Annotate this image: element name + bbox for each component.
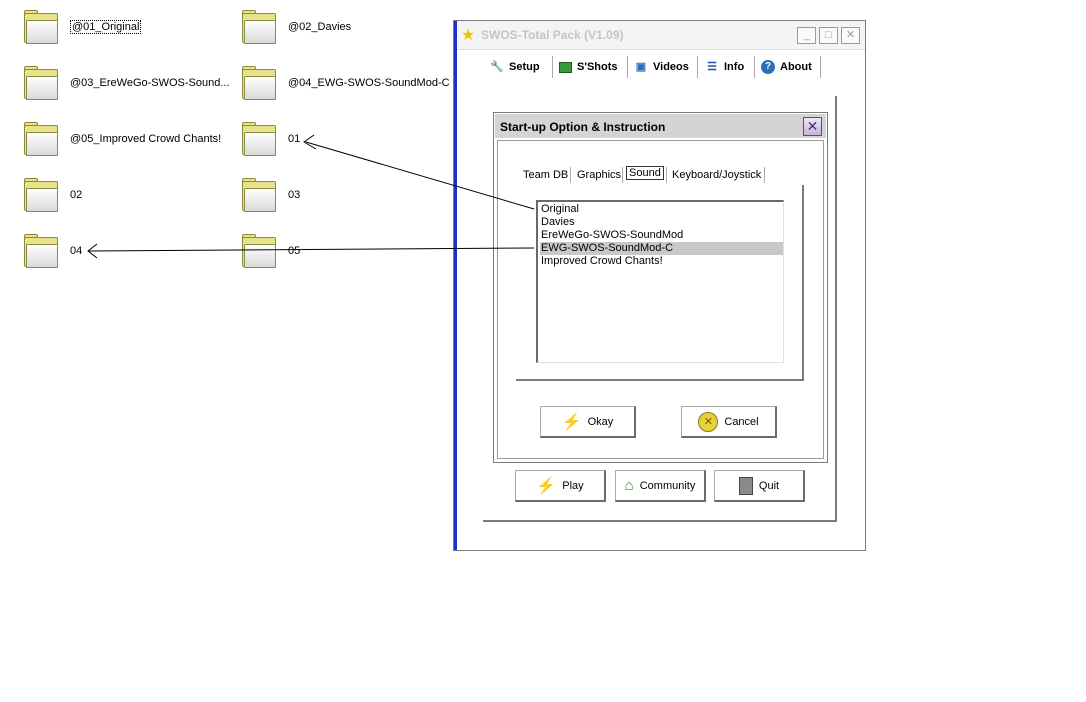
annotation-arrows [87, 134, 535, 259]
arrow-head [303, 134, 317, 150]
arrow-original-to-01 [305, 141, 535, 210]
arrow-ewg-to-04 [88, 247, 535, 252]
